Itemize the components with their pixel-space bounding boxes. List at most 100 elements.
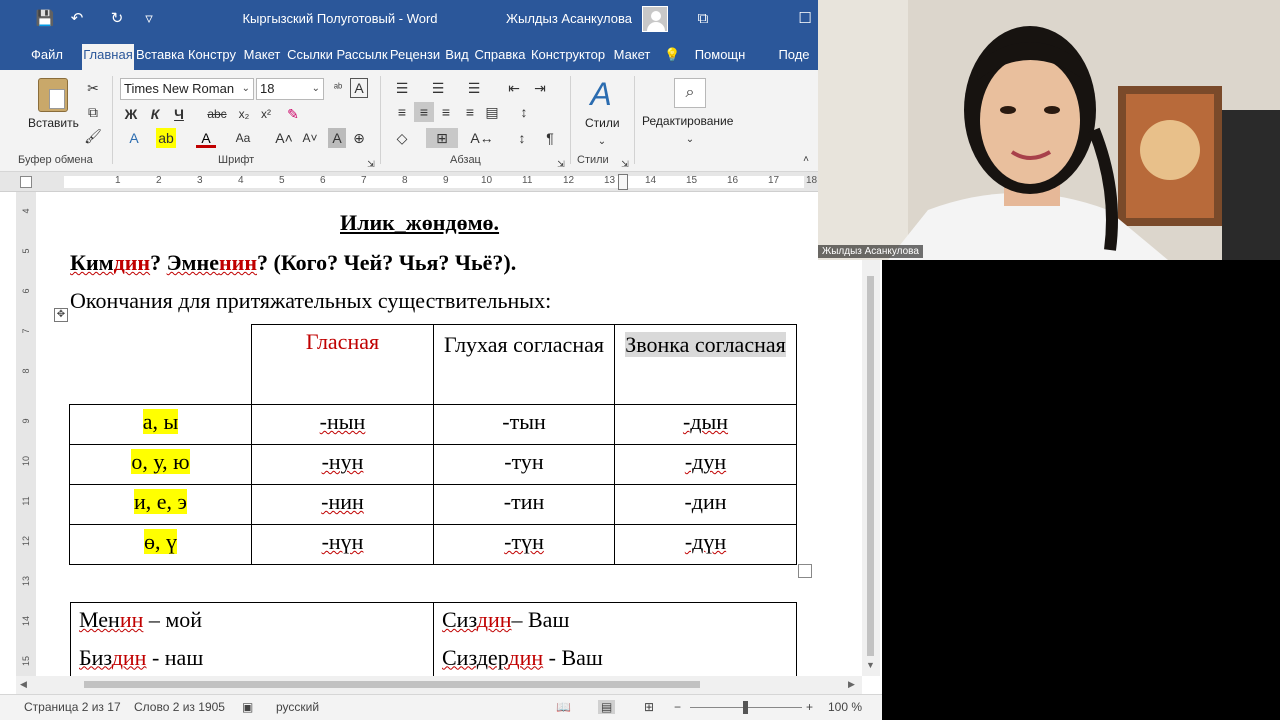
table-resize-handle[interactable] [798,564,812,578]
web-layout-icon[interactable]: ⊞ [644,700,654,714]
paragraph-dialog-launcher-icon[interactable]: ⇲ [556,154,566,174]
highlight-color-icon[interactable]: ab [156,128,176,148]
language-indicator[interactable]: русский [276,700,319,714]
bullets-icon[interactable]: ☰ [390,78,414,98]
search-icon[interactable]: ⌕ [674,78,706,108]
grow-font-button[interactable]: A˄ [274,128,294,148]
align-center-icon[interactable]: ≡ [414,102,434,122]
tab-insert[interactable]: Вставка [136,44,184,70]
table-move-handle-icon[interactable]: ✥ [54,308,68,322]
scroll-thumb[interactable] [84,681,700,688]
tab-table-design[interactable]: Конструктор [528,44,608,70]
account-name[interactable]: Жылдыз Асанкулова [506,11,632,26]
collapse-ribbon-icon[interactable]: ˄ [800,150,812,170]
font-size-select[interactable]: 18 ⌄ [256,78,324,100]
horizontal-scrollbar[interactable]: ◀ ▶ [16,676,862,694]
shading-icon[interactable]: ◇ [392,128,412,148]
undo-icon[interactable]: ↶ [66,8,88,30]
show-marks-icon[interactable]: ¶ [540,128,560,148]
tab-mailings[interactable]: Рассылк [336,44,388,70]
align-right-icon[interactable]: ≡ [436,102,456,122]
multilevel-list-icon[interactable]: ☰ [462,78,486,98]
tab-design[interactable]: Констру [186,44,238,70]
chevron-down-icon: ⌄ [685,134,695,145]
font-color-icon[interactable]: A [196,128,216,148]
redo-icon[interactable]: ↻ [106,8,128,30]
proofing-icon[interactable]: ▣ [242,700,253,714]
change-case-button[interactable]: Aa [232,128,254,148]
paste-icon[interactable] [38,78,68,112]
align-left-icon[interactable]: ≡ [392,102,412,122]
subscript-button[interactable]: x₂ [234,104,254,124]
increase-indent-icon[interactable]: ⇥ [530,78,550,98]
bold-button[interactable]: Ж [122,104,140,124]
text-direction-icon[interactable]: A↔ [470,128,494,148]
scroll-left-icon[interactable]: ◀ [20,679,27,690]
styles-button[interactable]: Стили [585,116,620,130]
maximize-icon[interactable]: ☐ [794,8,816,30]
styles-dialog-launcher-icon[interactable]: ⇲ [620,154,630,174]
enclose-characters-icon[interactable]: ⊕ [350,128,368,148]
character-shading-button[interactable]: A [328,128,346,148]
font-dialog-icon[interactable]: A [350,78,368,98]
justify-icon[interactable]: ≡ [460,102,480,122]
horizontal-ruler[interactable]: 1 2 3 4 5 6 7 8 9 10 11 12 13 14 15 16 1… [0,172,820,192]
word-count[interactable]: Слово 2 из 1905 [134,700,225,714]
shrink-font-button[interactable]: A˅ [300,128,320,148]
superscript-button[interactable]: x² [256,104,276,124]
numbering-icon[interactable]: ☰ [426,78,450,98]
styles-gallery-icon[interactable]: A [584,76,618,112]
tab-home[interactable]: Главная [82,44,134,70]
tab-references[interactable]: Ссылки [286,44,334,70]
tab-view[interactable]: Вид [442,44,472,70]
font-name-select[interactable]: Times New Roman ⌄ [120,78,254,100]
lightbulb-icon[interactable]: 💡 [664,44,680,70]
page-count[interactable]: Страница 2 из 17 [24,700,121,714]
tab-file[interactable]: Файл [16,44,78,70]
editing-button[interactable]: Редактирование [642,114,733,128]
paste-button[interactable]: Вставить [28,116,79,130]
copy-icon[interactable]: ⧉ [84,102,102,122]
grow-font-icon[interactable]: ᵃᵇ [330,78,346,98]
scroll-thumb[interactable] [867,276,874,656]
ruler-tick: 6 [21,288,31,294]
read-mode-icon[interactable]: 📖 [556,700,571,714]
pronoun-table: Менин – мой Сиздин– Ваш Биздин - наш Сиз… [70,602,797,676]
cut-icon[interactable]: ✂ [84,78,102,98]
zoom-out-icon[interactable]: − [674,700,681,714]
distributed-icon[interactable]: ▤ [482,102,502,122]
scroll-down-icon[interactable]: ▼ [866,660,875,670]
text-effects-icon[interactable]: A [124,128,144,148]
table-corner-cell [69,324,252,405]
zoom-slider-thumb[interactable] [743,701,748,714]
tell-me-search[interactable]: Помощн [688,44,752,70]
italic-button[interactable]: К [146,104,164,124]
table-cell: ө, ү [69,524,252,565]
save-icon[interactable]: 💾 [34,8,56,30]
line-spacing-icon[interactable]: ↕ [512,102,536,122]
font-dialog-launcher-icon[interactable]: ⇲ [366,154,376,174]
document-canvas[interactable]: Илик_жөндөмө. Кимдин? Эмненин? (Кого? Че… [36,192,862,676]
decrease-indent-icon[interactable]: ⇤ [504,78,524,98]
tab-layout[interactable]: Макет [240,44,284,70]
tab-help[interactable]: Справка [474,44,526,70]
print-layout-icon[interactable]: ▤ [598,700,616,714]
vertical-ruler: 4 5 6 7 8 9 10 11 12 13 14 15 [16,192,36,676]
tab-table-layout[interactable]: Макет [610,44,654,70]
tab-selector-icon[interactable] [20,176,32,188]
indent-marker[interactable] [618,174,628,190]
clear-formatting-icon[interactable]: ✎ [284,104,302,124]
borders-icon[interactable]: ⊞ [426,128,458,148]
ribbon-display-options-icon[interactable]: ⧉ [692,8,714,30]
tab-share[interactable]: Поде [764,44,824,70]
tab-review[interactable]: Рецензи [389,44,441,70]
customize-qat-icon[interactable]: ▿ [138,8,160,30]
format-painter-icon[interactable]: 🖌 [84,126,102,146]
strikethrough-button[interactable]: abc [206,104,228,124]
sort-icon[interactable]: ↕ [512,128,532,148]
scroll-right-icon[interactable]: ▶ [848,679,855,690]
avatar[interactable] [642,6,668,32]
underline-button[interactable]: Ч [170,104,188,124]
zoom-in-icon[interactable]: + [806,700,813,714]
zoom-level[interactable]: 100 % [828,700,862,714]
